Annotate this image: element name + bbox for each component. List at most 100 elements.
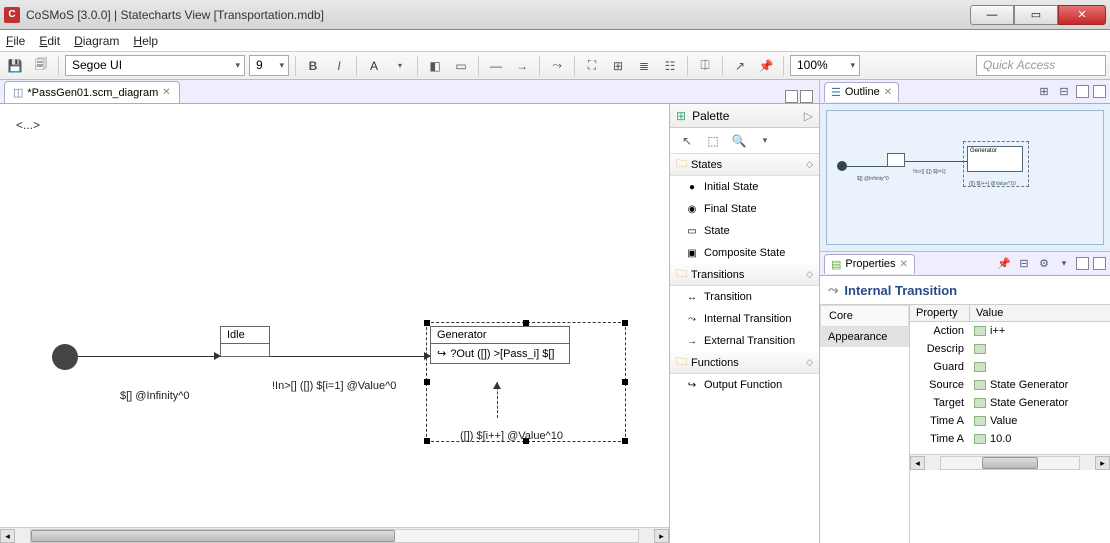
font-size-select[interactable]: 9 — [249, 55, 289, 76]
italic-button[interactable]: I — [328, 55, 350, 77]
scroll-right-button[interactable]: ▸ — [1095, 456, 1110, 470]
select-button[interactable]: ⛶ — [581, 55, 603, 77]
palette-marquee-tool[interactable]: ⬚ — [702, 130, 724, 152]
palette-internal-transition[interactable]: ⤳Internal Transition — [670, 308, 819, 330]
outline-tree-button[interactable]: ⊟ — [1056, 84, 1072, 100]
properties-hscroll[interactable]: ◂ ▸ — [910, 454, 1110, 470]
outline-view-header: ☰ Outline ✕ ⊞ ⊟ — [820, 80, 1110, 104]
prop-row-description[interactable]: Descrip — [910, 340, 1110, 358]
horizontal-scrollbar[interactable]: ◂ ▸ — [0, 527, 669, 543]
scroll-left-button[interactable]: ◂ — [0, 529, 15, 543]
prop-row-guard[interactable]: Guard — [910, 358, 1110, 376]
arrange-button[interactable]: ⊞ — [607, 55, 629, 77]
font-color-button[interactable]: A — [363, 55, 385, 77]
palette-group-transitions[interactable]: 🗀 Transitions ◇ — [670, 264, 819, 286]
external-transition-icon: → — [686, 335, 698, 347]
palette-transition[interactable]: ↔Transition — [670, 286, 819, 308]
folder-icon: 🗀 — [676, 353, 687, 372]
pin-button[interactable]: 📌 — [996, 256, 1012, 272]
categories-button[interactable]: ⊟ — [1016, 256, 1032, 272]
properties-section-title: ⤳ Internal Transition — [820, 276, 1110, 304]
pin-button[interactable]: 📌 — [755, 55, 777, 77]
palette-zoom-tool[interactable]: 🔍 — [728, 130, 750, 152]
prop-row-target[interactable]: TargetState Generator — [910, 394, 1110, 412]
menu-file[interactable]: File — [6, 34, 25, 48]
palette-title: Palette — [692, 109, 729, 123]
palette-output-function[interactable]: ↪Output Function — [670, 374, 819, 396]
minimize-view-button[interactable] — [785, 90, 798, 103]
zoom-select[interactable]: 100% — [790, 55, 860, 76]
font-select[interactable]: Segoe UI — [65, 55, 245, 76]
prop-row-source[interactable]: SourceState Generator — [910, 376, 1110, 394]
state-idle[interactable]: Idle — [220, 326, 270, 357]
minimize-view-button[interactable] — [1076, 257, 1089, 270]
palette-icon: ⊞ — [676, 109, 686, 123]
dropdown-icon[interactable]: ▾ — [389, 55, 411, 77]
palette-final-state[interactable]: ◉Final State — [670, 198, 819, 220]
tab-label: *PassGen01.scm_diagram — [27, 87, 158, 99]
palette-note-tool[interactable]: ▾ — [754, 130, 776, 152]
save-button[interactable]: 💾 — [4, 55, 26, 77]
close-icon[interactable]: ✕ — [884, 87, 892, 98]
scroll-left-button[interactable]: ◂ — [910, 456, 925, 470]
bold-button[interactable]: B — [302, 55, 324, 77]
folder-icon: 🗀 — [676, 155, 687, 174]
maximize-view-button[interactable] — [1093, 257, 1106, 270]
app-icon: C — [4, 7, 20, 23]
quick-access-input[interactable]: Quick Access — [976, 55, 1106, 76]
filter-button[interactable]: ⎅ — [694, 55, 716, 77]
properties-tab[interactable]: ▤ Properties ✕ — [824, 254, 915, 274]
category-core[interactable]: Core — [820, 305, 909, 327]
menu-diagram[interactable]: Diagram — [74, 34, 119, 48]
palette-collapse-button[interactable]: ▷ — [804, 109, 813, 123]
menu-bar: File Edit Diagram Help — [0, 30, 1110, 52]
palette-group-functions[interactable]: 🗀 Functions ◇ — [670, 352, 819, 374]
line-style-button[interactable]: — — [485, 55, 507, 77]
prop-row-action[interactable]: Actioni++ — [910, 322, 1110, 340]
transition-line[interactable] — [270, 356, 430, 357]
minimize-view-button[interactable] — [1076, 85, 1089, 98]
tab-diagram[interactable]: ◫ *PassGen01.scm_diagram ✕ — [4, 81, 180, 103]
palette-external-transition[interactable]: →External Transition — [670, 330, 819, 352]
diagram-canvas[interactable]: <...> $[] @Infinity^0 Idle !In> — [0, 104, 669, 527]
transition-line[interactable] — [78, 356, 220, 357]
col-value: Value — [970, 305, 1009, 321]
outline-tab[interactable]: ☰ Outline ✕ — [824, 82, 899, 102]
router-button[interactable]: ⤳ — [546, 55, 568, 77]
close-icon[interactable]: ✕ — [900, 259, 908, 270]
menu-button[interactable]: ▾ — [1056, 256, 1072, 272]
arrow-style-button[interactable]: → — [511, 55, 533, 77]
outline-idle-box — [887, 153, 905, 167]
filter-button[interactable]: ⚙ — [1036, 256, 1052, 272]
menu-help[interactable]: Help — [133, 34, 158, 48]
maximize-view-button[interactable] — [1093, 85, 1106, 98]
palette-state[interactable]: ▭State — [670, 220, 819, 242]
outline-thumbnail[interactable]: Generator $[] @Infinity^0 !In>[] ([]) $[… — [820, 104, 1110, 252]
distribute-button[interactable]: ☷ — [659, 55, 681, 77]
palette-composite-state[interactable]: ▣Composite State — [670, 242, 819, 264]
window-maximize-button[interactable]: ▭ — [1014, 5, 1058, 25]
fill-color-button[interactable]: ◧ — [424, 55, 446, 77]
window-minimize-button[interactable]: — — [970, 5, 1014, 25]
prop-row-time-a-value[interactable]: Time A10.0 — [910, 430, 1110, 448]
menu-edit[interactable]: Edit — [39, 34, 60, 48]
align-button[interactable]: ≣ — [633, 55, 655, 77]
window-close-button[interactable]: ✕ — [1058, 5, 1106, 25]
tab-close-button[interactable]: ✕ — [162, 87, 170, 98]
palette-select-tool[interactable]: ↖ — [676, 130, 698, 152]
prop-row-time-a[interactable]: Time AValue — [910, 412, 1110, 430]
palette-initial-state[interactable]: ●Initial State — [670, 176, 819, 198]
outline-mode-button[interactable]: ⊞ — [1036, 84, 1052, 100]
line-color-button[interactable]: ▭ — [450, 55, 472, 77]
scrollbar-thumb[interactable] — [982, 457, 1037, 469]
maximize-view-button[interactable] — [800, 90, 813, 103]
save-all-button[interactable]: 🗐 — [30, 55, 52, 77]
state-icon: ▭ — [686, 225, 698, 237]
scrollbar-thumb[interactable] — [31, 530, 395, 542]
initial-state-node[interactable] — [52, 344, 78, 370]
category-appearance[interactable]: Appearance — [820, 327, 909, 347]
scroll-right-button[interactable]: ▸ — [654, 529, 669, 543]
expand-icon: ◇ — [806, 159, 813, 170]
palette-group-states[interactable]: 🗀 States ◇ — [670, 154, 819, 176]
connector-button[interactable]: ↗ — [729, 55, 751, 77]
